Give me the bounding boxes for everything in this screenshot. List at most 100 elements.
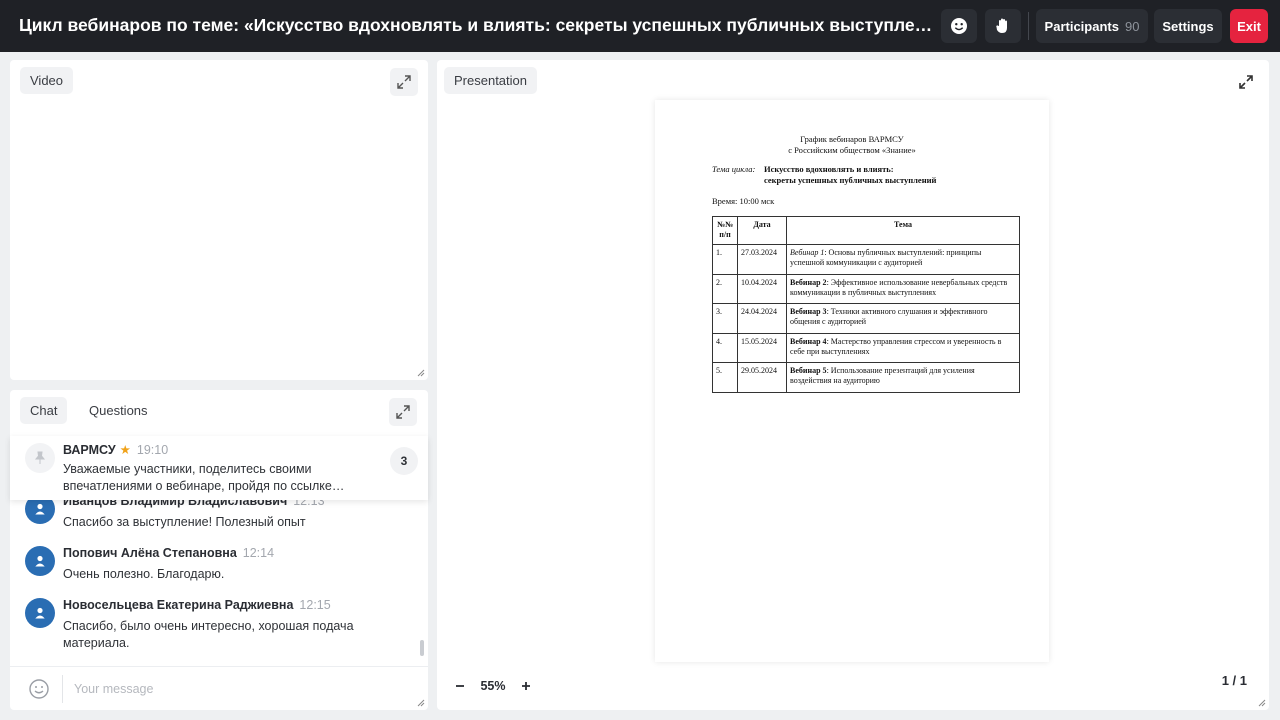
tab-questions[interactable]: Questions (79, 397, 158, 424)
cell-number: 3. (712, 303, 738, 334)
message-author: Попович Алёна Степановна (63, 546, 237, 560)
cell-topic: Вебинар 5: Использование презентаций для… (786, 362, 1020, 393)
list-item: Иванцов Владимир Владиславович 12:13 Спас… (10, 500, 428, 546)
cell-topic: Вебинар 3: Техники активного слушания и … (786, 303, 1020, 334)
cell-number: 5. (712, 362, 738, 393)
expand-video-button[interactable] (390, 68, 418, 96)
cell-topic: Вебинар 2: Эффективное использование нев… (786, 273, 1020, 304)
expand-icon (396, 405, 410, 419)
message-time: 12:14 (242, 546, 275, 560)
cell-date: 27.03.2024 (737, 244, 787, 275)
doc-heading-line1: График вебинаров ВАРМСУ (800, 134, 904, 144)
table-row: 5. 29.05.2024 Вебинар 5: Использование п… (712, 362, 1020, 393)
pinned-author-line: ВАРМСУ ★ 19:10 (63, 442, 168, 457)
cell-date: 24.04.2024 (737, 303, 787, 334)
raise-hand-icon (996, 18, 1007, 33)
message-time: 12:13 (293, 500, 325, 508)
message-author: Новосельцева Екатерина Раджиевна (63, 598, 294, 612)
presentation-panel: Presentation График вебинаров ВАРМСУ с Р… (437, 60, 1269, 710)
participants-button[interactable]: Participants 90 (1036, 9, 1148, 43)
tab-video[interactable]: Video (20, 67, 74, 94)
message-author-line: Новосельцева Екатерина Раджиевна 12:15 (63, 598, 331, 612)
smile-icon (951, 18, 967, 34)
user-icon (35, 503, 45, 515)
message-author: Иванцов Владимир Владиславович (63, 500, 288, 508)
webinar-title: Цикл вебинаров по теме: «Искусство вдохн… (19, 15, 937, 35)
doc-heading-line2: с Российским обществом «Знание» (788, 145, 916, 155)
pinned-count-badge[interactable]: 3 (390, 447, 418, 475)
message-time: 12:15 (299, 598, 331, 612)
zoom-in-button[interactable] (515, 675, 537, 697)
cell-number: 2. (712, 273, 738, 304)
zoom-level: 55% (480, 679, 506, 693)
cell-date: 29.05.2024 (737, 362, 787, 393)
star-icon: ★ (119, 443, 131, 457)
message-author-line: Попович Алёна Степановна 12:14 (63, 546, 274, 560)
list-item: Новосельцева Екатерина Раджиевна 12:15 Сп… (10, 598, 428, 658)
webinar-label: Вебинар 2 (790, 277, 827, 287)
slide-page: График вебинаров ВАРМСУ с Российским общ… (655, 100, 1049, 662)
message-author-line: Иванцов Владимир Владиславович 12:13 (63, 500, 325, 508)
zoom-out-button[interactable] (449, 675, 471, 697)
doc-theme-label: Тема цикла: (712, 164, 756, 174)
expand-chat-button[interactable] (389, 398, 417, 426)
webinar-label: Вебинар 1 (790, 248, 825, 257)
avatar (25, 598, 55, 628)
emoji-picker-icon[interactable] (28, 678, 50, 700)
message-text: Спасибо, было очень интересно, хорошая п… (63, 619, 354, 650)
exit-button[interactable]: Exit (1230, 9, 1268, 43)
table-row: 1. 27.03.2024 Вебинар 1: Основы публичны… (712, 244, 1020, 275)
raise-hand-button[interactable] (985, 9, 1021, 43)
chat-panel: Chat Questions ВАРМСУ ★ 19:10 Уважаемые уч… (10, 390, 428, 710)
webinar-label: Вебинар 3 (790, 307, 827, 316)
col-header-topic: Тема (786, 216, 1020, 245)
pinned-author: ВАРМСУ (63, 443, 116, 457)
doc-theme-line1: Искусство вдохновлять и влиять: (764, 164, 894, 174)
expand-presentation-button[interactable] (1232, 68, 1260, 96)
pinned-message[interactable]: ВАРМСУ ★ 19:10 Уважаемые участники, подели… (10, 436, 428, 500)
user-icon (35, 607, 45, 619)
table-header-row: №№ п/п Дата Тема (712, 216, 1020, 245)
participants-label: Participants (1044, 18, 1119, 34)
pinned-time: 19:10 (136, 443, 169, 457)
message-input[interactable] (74, 676, 404, 702)
tab-chat[interactable]: Chat (20, 397, 68, 424)
cell-date: 15.05.2024 (737, 332, 787, 363)
cell-date: 10.04.2024 (737, 273, 787, 304)
message-composer (10, 666, 428, 710)
expand-icon (1239, 75, 1253, 89)
message-text: Спасибо за выступление! Полезный опыт (63, 515, 306, 529)
pinned-text: Уважаемые участники, поделитесь своими в… (63, 462, 345, 493)
tab-presentation[interactable]: Presentation (444, 67, 537, 94)
doc-theme-value: Искусство вдохновлять и влиять: секреты … (764, 164, 1024, 186)
table-row: 4. 15.05.2024 Вебинар 4: Мастерство упра… (712, 332, 1020, 363)
cell-number: 1. (712, 244, 738, 275)
message-text: Очень полезно. Благодарю. (63, 567, 225, 581)
cell-topic: Вебинар 4: Мастерство управления стрессо… (786, 332, 1020, 363)
resize-handle-icon[interactable] (417, 699, 425, 707)
avatar (25, 500, 55, 524)
doc-theme-line2: секреты успешных публичных выступлений (764, 175, 937, 185)
user-icon (35, 555, 45, 567)
doc-time: Время: 10:00 мск (712, 196, 775, 206)
schedule-table: №№ п/п Дата Тема 1. 27.03.2024 Вебинар 1… (712, 216, 1020, 393)
webinar-label: Вебинар 5 (790, 366, 827, 375)
page-indicator: 1 / 1 (1221, 673, 1247, 688)
header-divider (1028, 12, 1029, 40)
chat-scrollbar[interactable] (420, 640, 424, 656)
expand-icon (397, 75, 411, 89)
webinar-label: Вебинар 4 (790, 336, 827, 346)
cell-number: 4. (712, 332, 738, 363)
col-header-date: Дата (737, 216, 787, 245)
plus-icon (522, 682, 530, 690)
resize-handle-icon[interactable] (417, 369, 425, 377)
resize-handle-icon[interactable] (1258, 699, 1266, 707)
list-item: Попович Алёна Степановна 12:14 Очень поле… (10, 546, 428, 598)
settings-button[interactable]: Settings (1154, 9, 1222, 43)
table-row: 3. 24.04.2024 Вебинар 3: Техники активно… (712, 303, 1020, 334)
avatar (25, 546, 55, 576)
minus-icon (456, 685, 464, 687)
zoom-control: 55% (449, 672, 537, 700)
table-row: 2. 10.04.2024 Вебинар 2: Эффективное исп… (712, 273, 1020, 304)
reactions-button[interactable] (941, 9, 977, 43)
